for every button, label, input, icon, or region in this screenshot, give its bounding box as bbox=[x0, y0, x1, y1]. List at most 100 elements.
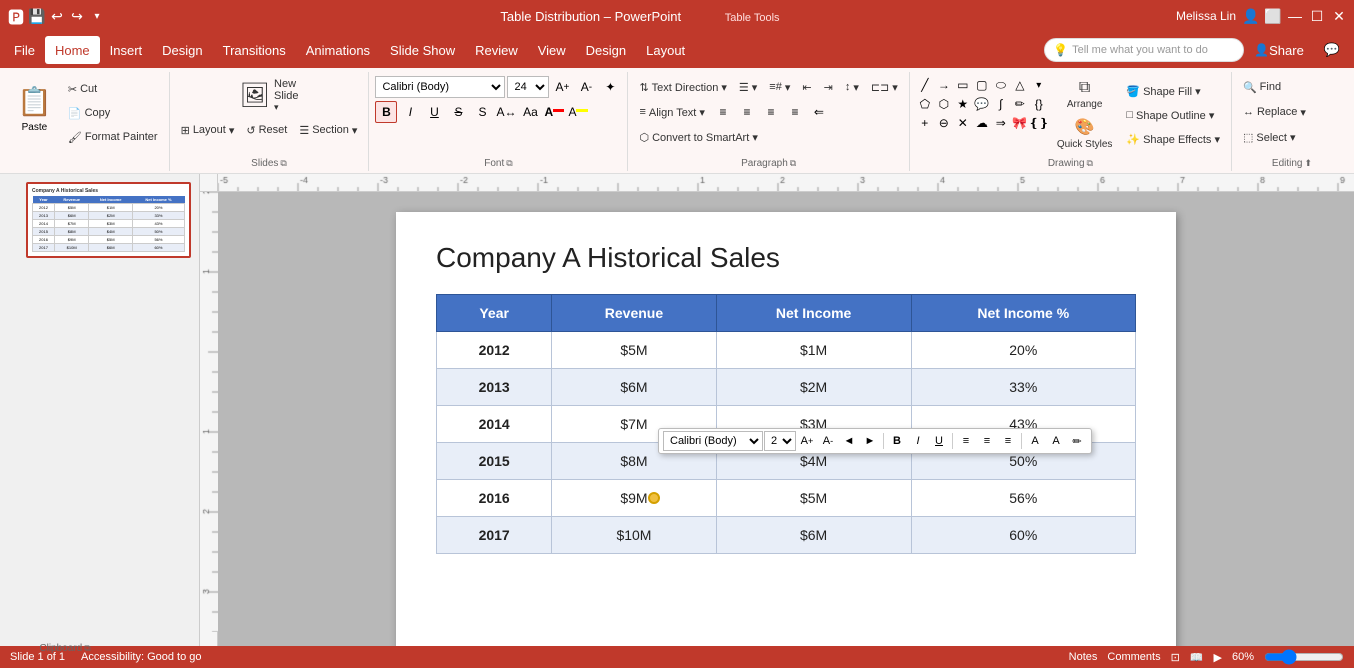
menu-table-layout[interactable]: Layout bbox=[636, 36, 695, 64]
rtl-button[interactable]: ⇐ bbox=[808, 101, 830, 123]
paragraph-expand-icon[interactable]: ⧉ bbox=[790, 158, 796, 169]
mt-size-select[interactable]: 24 bbox=[764, 431, 796, 451]
columns-button[interactable]: ⊏⊐ ▾ bbox=[866, 76, 903, 98]
shape-block-arrow-btn[interactable]: ⇒ bbox=[992, 114, 1010, 132]
minimize-icon[interactable]: — bbox=[1288, 9, 1302, 23]
view-normal-icon[interactable]: ⊡ bbox=[1171, 651, 1180, 664]
increase-indent-button[interactable]: ⇥ bbox=[819, 76, 838, 98]
char-spacing-button[interactable]: A↔ bbox=[495, 101, 517, 123]
justify-button[interactable]: ≡ bbox=[784, 101, 806, 123]
menu-transitions[interactable]: Transitions bbox=[213, 36, 296, 64]
zoom-slider[interactable] bbox=[1264, 651, 1344, 663]
share-icon[interactable]: 👤 bbox=[1244, 9, 1258, 23]
numbering-button[interactable]: ≡# ▾ bbox=[764, 76, 795, 98]
mt-shrink-button[interactable]: A- bbox=[818, 431, 838, 451]
shape-rect-btn[interactable]: ▭ bbox=[954, 76, 972, 94]
shape-curve-btn[interactable]: ∫ bbox=[992, 95, 1010, 113]
shape-outline-button[interactable]: □ Shape Outline ▾ bbox=[1121, 104, 1225, 126]
font-expand-icon[interactable]: ⧉ bbox=[506, 158, 512, 169]
format-painter-button[interactable]: 🖌 Format Painter bbox=[63, 126, 163, 148]
shape-x-btn[interactable]: ✕ bbox=[954, 114, 972, 132]
line-spacing-button[interactable]: ↕ ▾ bbox=[840, 76, 864, 98]
quick-access-save[interactable]: 💾 bbox=[30, 9, 44, 23]
mt-underline-button[interactable]: U bbox=[929, 431, 949, 451]
shape-fill-button[interactable]: 🪣 Shape Fill ▾ bbox=[1121, 80, 1225, 102]
shape-cloud-btn[interactable]: ☁ bbox=[973, 114, 991, 132]
shape-brace-btn[interactable]: ❴❵ bbox=[1030, 114, 1048, 132]
font-color-btn[interactable]: A bbox=[543, 101, 565, 123]
align-right-button[interactable]: ≡ bbox=[760, 101, 782, 123]
menu-view[interactable]: View bbox=[528, 36, 576, 64]
layout-button[interactable]: ⊞ Layout ▾ bbox=[176, 119, 240, 141]
shape-pentagon-btn[interactable]: ⬠ bbox=[916, 95, 934, 113]
align-left-button[interactable]: ≡ bbox=[712, 101, 734, 123]
shape-callout-btn[interactable]: 💬 bbox=[973, 95, 991, 113]
font-size-select[interactable]: 24 bbox=[507, 76, 549, 98]
app-logo-icon[interactable]: 🅿 bbox=[8, 4, 24, 28]
shape-freeform-btn[interactable]: ✏ bbox=[1011, 95, 1029, 113]
select-button[interactable]: ⬚ Select ▾ bbox=[1238, 126, 1311, 148]
convert-smartart-button[interactable]: ⬡ Convert to SmartArt ▾ bbox=[634, 126, 762, 148]
underline-button[interactable]: U bbox=[423, 101, 445, 123]
view-slideshow-icon[interactable]: ▶ bbox=[1214, 651, 1222, 664]
close-icon[interactable]: ✕ bbox=[1332, 9, 1346, 23]
shape-bracket-btn[interactable]: {} bbox=[1030, 95, 1048, 113]
clear-formatting-button[interactable]: ✦ bbox=[599, 76, 621, 98]
shape-arrow-btn[interactable]: → bbox=[935, 76, 953, 94]
shape-minus-btn[interactable]: ⊖ bbox=[935, 114, 953, 132]
bold-button[interactable]: B bbox=[375, 101, 397, 123]
mt-bold-button[interactable]: B bbox=[887, 431, 907, 451]
mt-align-left-button[interactable]: ≡ bbox=[956, 431, 976, 451]
mt-highlight-button[interactable]: A bbox=[1025, 431, 1045, 451]
cut-button[interactable]: ✂ Cut bbox=[63, 78, 163, 100]
shape-more-btn[interactable]: ▾ bbox=[1030, 76, 1048, 94]
copy-button[interactable]: 📄 Copy bbox=[63, 102, 163, 124]
shadow-button[interactable]: S bbox=[471, 101, 493, 123]
drawing-expand-icon[interactable]: ⧉ bbox=[1087, 158, 1093, 169]
menu-design[interactable]: Design bbox=[152, 36, 212, 64]
new-slide-button[interactable]: 🖼 New Slide ▾ bbox=[233, 74, 306, 116]
tell-me-bar[interactable]: 💡 Tell me what you want to do bbox=[1044, 38, 1244, 62]
menu-home[interactable]: Home bbox=[45, 36, 100, 64]
menu-table-design[interactable]: Design bbox=[576, 36, 636, 64]
shape-rounded-rect-btn[interactable]: ▢ bbox=[973, 76, 991, 94]
shape-triangle-btn[interactable]: △ bbox=[1011, 76, 1029, 94]
italic-button[interactable]: I bbox=[399, 101, 421, 123]
section-button[interactable]: ☰ Section ▾ bbox=[294, 119, 362, 141]
menu-animations[interactable]: Animations bbox=[296, 36, 380, 64]
quick-access-undo[interactable]: ↩ bbox=[50, 9, 64, 23]
text-direction-button[interactable]: ⇅ Text Direction ▾ bbox=[634, 76, 731, 98]
mt-font-color-button[interactable]: A bbox=[1046, 431, 1066, 451]
notes-button[interactable]: Notes bbox=[1069, 651, 1098, 663]
menu-share[interactable]: 👤 Share bbox=[1244, 36, 1314, 64]
editing-expand-icon[interactable]: ⬆ bbox=[1304, 158, 1312, 169]
mt-grow-button[interactable]: A+ bbox=[797, 431, 817, 451]
ribbon-display-icon[interactable]: ⬜ bbox=[1266, 9, 1280, 23]
slide-canvas-area[interactable]: Calibri (Body) 24 A+ A- ◄ ► B I U ≡ ≡ bbox=[218, 192, 1354, 646]
mt-clear-button[interactable]: ✏ bbox=[1067, 431, 1087, 451]
shape-effects-button[interactable]: ✨ Shape Effects ▾ bbox=[1121, 128, 1225, 150]
bullets-button[interactable]: ☰ ▾ bbox=[734, 76, 762, 98]
mt-align-right-button[interactable]: ≡ bbox=[998, 431, 1018, 451]
quick-styles-button[interactable]: 🎨 Quick Styles bbox=[1052, 114, 1118, 153]
shape-hexagon-btn[interactable]: ⬡ bbox=[935, 95, 953, 113]
increase-font-size-button[interactable]: A+ bbox=[551, 76, 573, 98]
menu-file[interactable]: File bbox=[4, 36, 45, 64]
menu-review[interactable]: Review bbox=[465, 36, 528, 64]
mt-italic-button[interactable]: I bbox=[908, 431, 928, 451]
menu-insert[interactable]: Insert bbox=[100, 36, 153, 64]
align-text-button[interactable]: ≡ Align Text ▾ bbox=[634, 101, 710, 123]
mt-font-select[interactable]: Calibri (Body) bbox=[663, 431, 763, 451]
paste-button[interactable]: 📋 Paste bbox=[8, 74, 61, 144]
reset-button[interactable]: ↺ Reset bbox=[241, 119, 292, 141]
slides-expand-icon[interactable]: ⧉ bbox=[280, 158, 286, 169]
decrease-font-size-button[interactable]: A- bbox=[575, 76, 597, 98]
maximize-icon[interactable]: ☐ bbox=[1310, 9, 1324, 23]
strikethrough-button[interactable]: S bbox=[447, 101, 469, 123]
align-center-button[interactable]: ≡ bbox=[736, 101, 758, 123]
find-button[interactable]: 🔍 Find bbox=[1238, 76, 1311, 98]
shape-star-btn[interactable]: ★ bbox=[954, 95, 972, 113]
comments-button[interactable]: Comments bbox=[1107, 651, 1160, 663]
mt-indent-dec-button[interactable]: ◄ bbox=[839, 431, 859, 451]
font-family-select[interactable]: Calibri (Body) bbox=[375, 76, 505, 98]
